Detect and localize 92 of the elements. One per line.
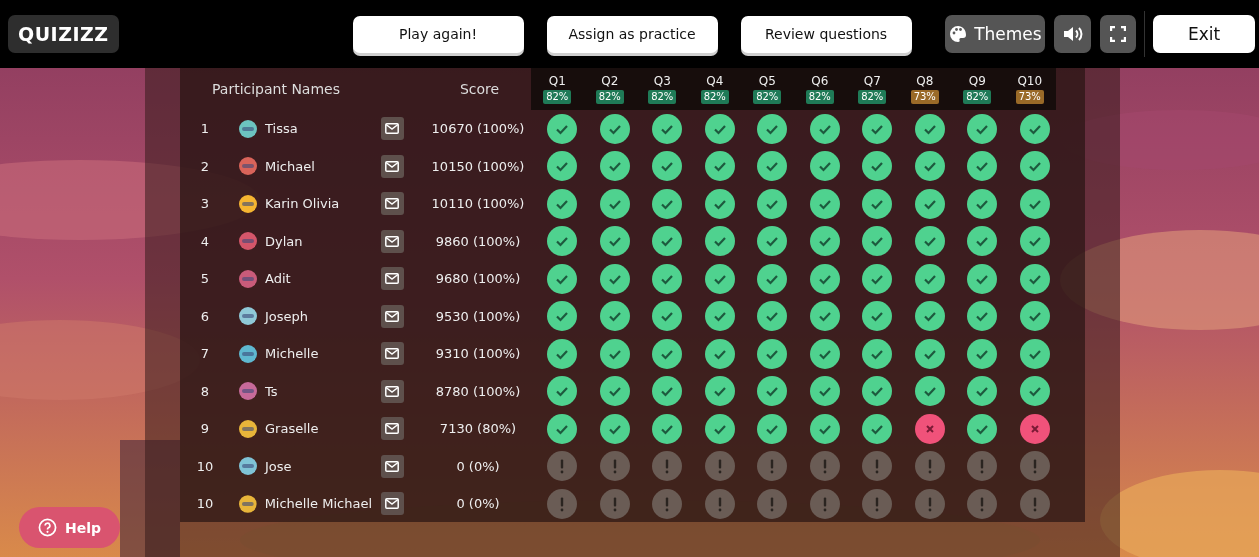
- sound-button[interactable]: [1054, 15, 1091, 53]
- envelope-icon: [385, 235, 399, 247]
- email-button[interactable]: [380, 192, 404, 216]
- envelope-icon: [385, 348, 399, 360]
- themes-label: Themes: [974, 24, 1042, 44]
- accuracy-badge: 82%: [700, 90, 729, 104]
- participant-name: Michael: [265, 158, 315, 174]
- email-button[interactable]: [380, 342, 404, 366]
- question-label: Q7: [863, 74, 881, 88]
- accuracy-badge: 82%: [648, 90, 677, 104]
- email-button[interactable]: [380, 154, 404, 178]
- accuracy-badge: 73%: [910, 90, 939, 104]
- participant-name: Graselle: [265, 421, 319, 437]
- score-text: 9680 (100%): [434, 271, 522, 287]
- email-button[interactable]: [380, 492, 404, 516]
- action-button[interactable]: Review questions: [740, 15, 912, 53]
- envelope-icon: [385, 423, 399, 435]
- participant-name: Karin Olivia: [265, 196, 340, 212]
- question-label: Q5: [758, 74, 776, 88]
- envelope-icon: [385, 123, 399, 135]
- participant-name: Jose: [265, 458, 292, 474]
- envelope-icon: [385, 310, 399, 322]
- help-icon: [37, 518, 57, 537]
- score-text: 7130 (80%): [438, 421, 518, 437]
- email-button[interactable]: [380, 304, 404, 328]
- action-button[interactable]: Play again!: [352, 15, 524, 53]
- score-text: 8780 (100%): [434, 383, 522, 399]
- logo[interactable]: QUIZIZZ: [8, 15, 119, 53]
- email-button[interactable]: [380, 267, 404, 291]
- rank-number: 5: [199, 271, 211, 287]
- email-button[interactable]: [380, 229, 404, 253]
- email-button[interactable]: [380, 117, 404, 141]
- envelope-icon: [385, 198, 399, 210]
- score-text: 0 (0%): [455, 458, 501, 474]
- question-label: Q2: [601, 74, 619, 88]
- participant-name: Dylan: [265, 233, 303, 249]
- email-button[interactable]: [380, 454, 404, 478]
- column-header: Participant Names: [212, 81, 341, 97]
- question-label: Q9: [968, 74, 986, 88]
- themes-button[interactable]: Themes: [944, 15, 1046, 53]
- fullscreen-icon: [1110, 26, 1127, 42]
- palette-icon: [948, 24, 969, 44]
- participant-name: Michelle: [265, 346, 319, 362]
- question-label: Q6: [811, 74, 829, 88]
- score-text: 10110 (100%): [430, 196, 526, 212]
- score-text: 9860 (100%): [434, 233, 522, 249]
- question-label: Q4: [706, 74, 724, 88]
- score-text: 0 (0%): [455, 496, 501, 512]
- help-button[interactable]: Help: [19, 507, 120, 548]
- rank-number: 4: [199, 233, 211, 249]
- rank-number: 2: [199, 158, 211, 174]
- speaker-icon: [1061, 24, 1084, 44]
- rank-number: 1: [199, 121, 211, 137]
- rank-number: 10: [195, 496, 215, 512]
- rank-number: 10: [195, 458, 215, 474]
- help-label: Help: [64, 519, 101, 536]
- email-button[interactable]: [380, 379, 404, 403]
- fullscreen-button[interactable]: [1099, 15, 1137, 53]
- envelope-icon: [385, 498, 399, 510]
- envelope-icon: [385, 385, 399, 397]
- envelope-icon: [385, 460, 399, 472]
- participant-name: Joseph: [265, 308, 309, 324]
- score-text: 9530 (100%): [434, 308, 522, 324]
- accuracy-badge: 82%: [595, 90, 624, 104]
- score-text: 10670 (100%): [430, 121, 526, 137]
- accuracy-badge: 82%: [753, 90, 782, 104]
- column-header: Score: [458, 81, 501, 97]
- participant-name: Tissa: [265, 121, 298, 137]
- rank-number: 3: [199, 196, 211, 212]
- score-text: 10150 (100%): [430, 158, 526, 174]
- question-label: Q1: [548, 74, 566, 88]
- score-text: 9310 (100%): [434, 346, 522, 362]
- accuracy-badge: 73%: [1015, 90, 1044, 104]
- rank-number: 6: [199, 308, 211, 324]
- accuracy-badge: 82%: [543, 90, 572, 104]
- accuracy-badge: 82%: [805, 90, 834, 104]
- question-label: Q10: [1017, 74, 1043, 88]
- envelope-icon: [385, 160, 399, 172]
- accuracy-badge: 82%: [858, 90, 887, 104]
- rank-number: 9: [199, 421, 211, 437]
- action-button[interactable]: Assign as practice: [546, 15, 718, 53]
- envelope-icon: [385, 273, 399, 285]
- participant-name: Michelle Michael: [264, 496, 372, 512]
- email-button[interactable]: [380, 417, 404, 441]
- participant-name: Ts: [265, 383, 278, 399]
- exit-button[interactable]: Exit: [1153, 15, 1255, 53]
- question-label: Q8: [916, 74, 934, 88]
- participant-name: Adit: [265, 271, 291, 287]
- rank-number: 8: [199, 383, 211, 399]
- question-label: Q3: [653, 74, 671, 88]
- rank-number: 7: [199, 346, 211, 362]
- accuracy-badge: 82%: [963, 90, 992, 104]
